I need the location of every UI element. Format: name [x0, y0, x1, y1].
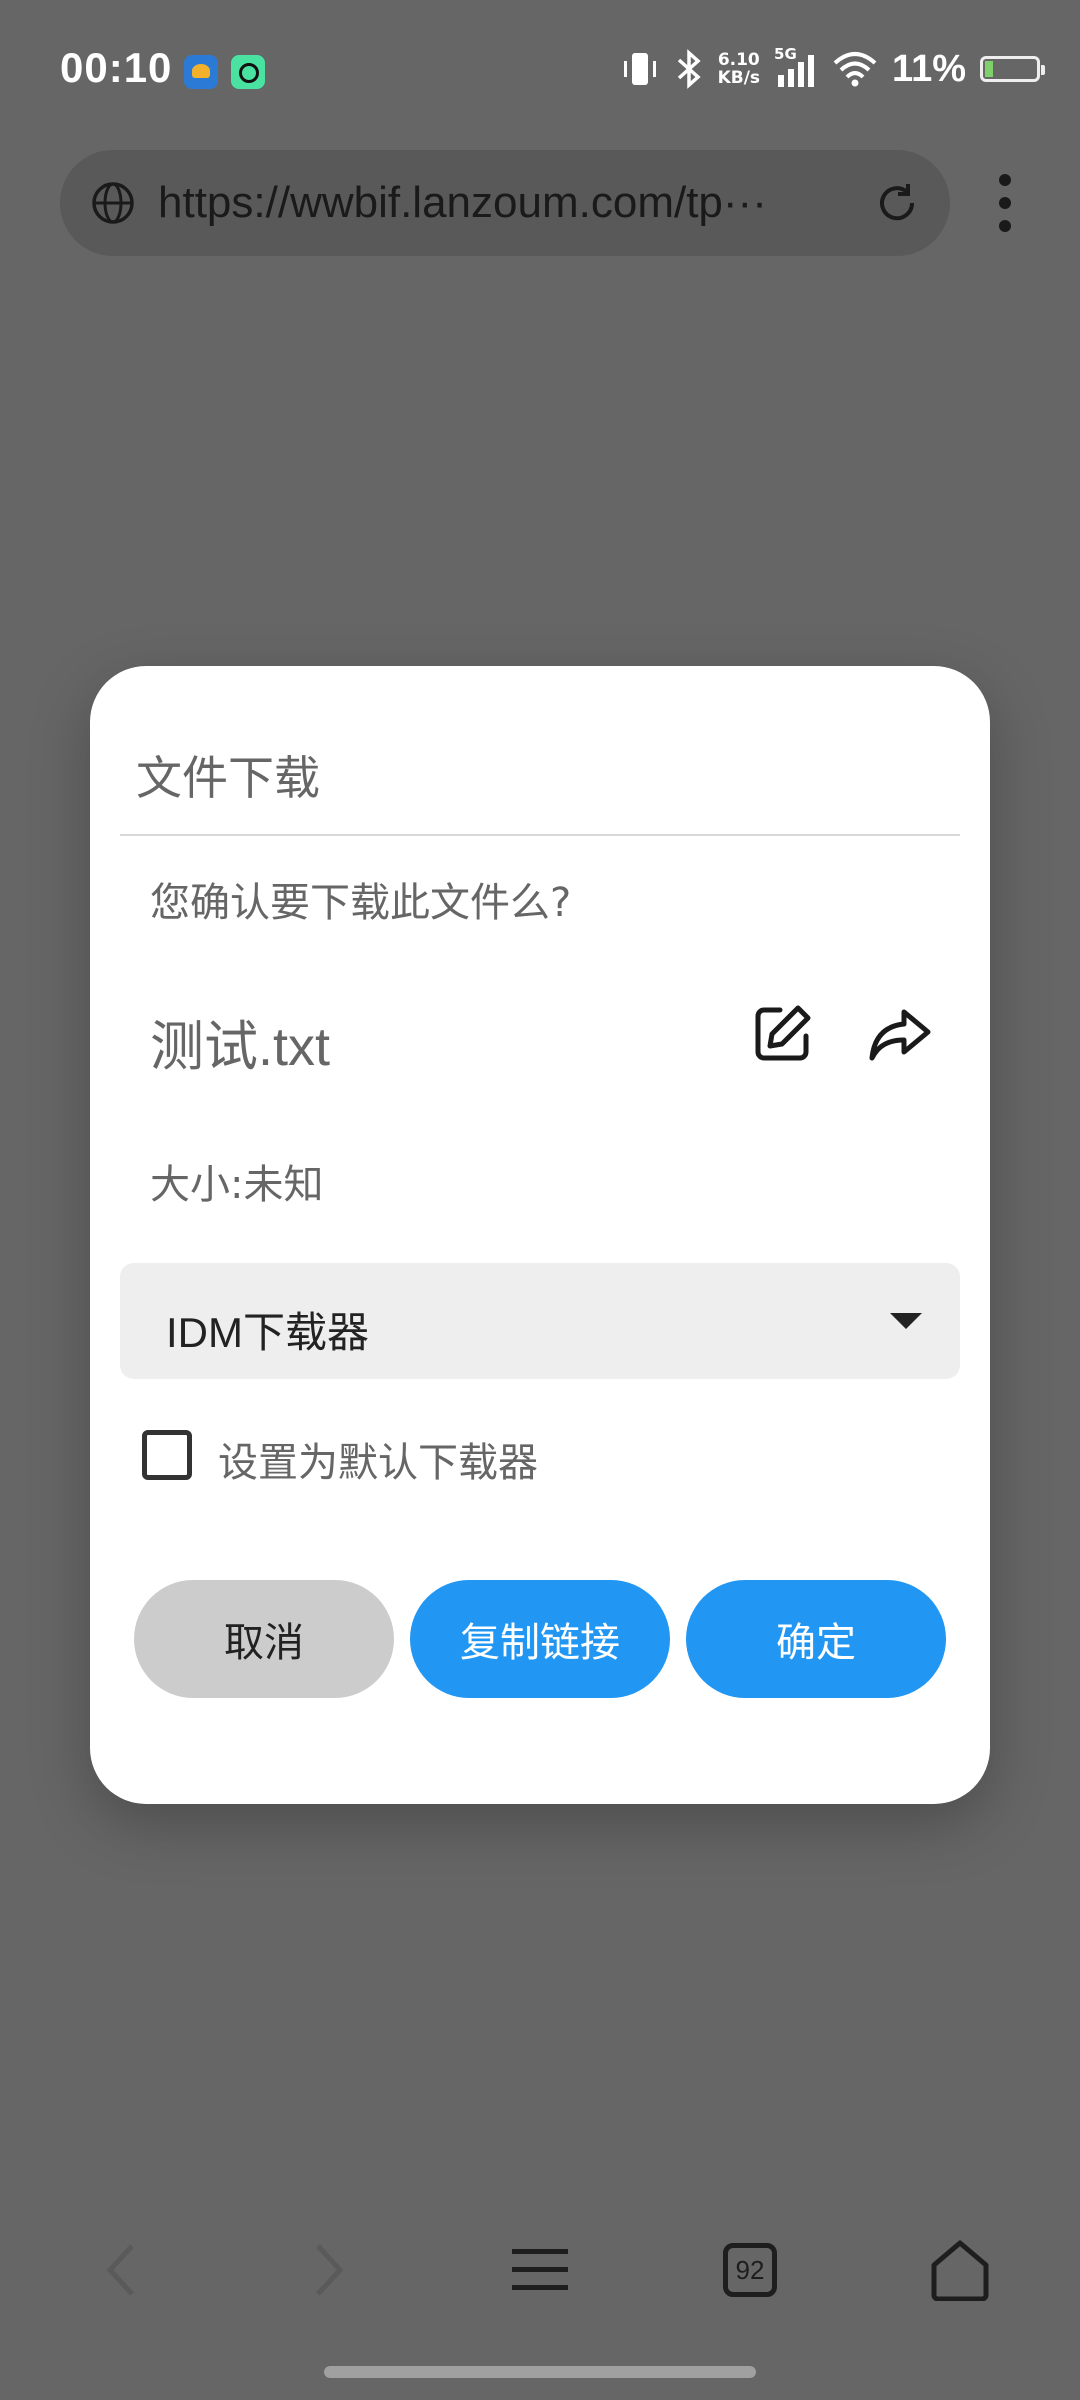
- wifi-icon: [833, 52, 877, 87]
- default-downloader-checkbox[interactable]: [142, 1430, 192, 1480]
- download-dialog: 文件下载 您确认要下载此文件么? 测试.txt 大小:未知 IDM下载器 设置为…: [90, 666, 990, 1804]
- back-arrow-icon: [106, 2244, 134, 2296]
- app-notification-icon: [184, 55, 218, 89]
- address-bar[interactable]: https://wwbif.lanzoum.com/tp···: [60, 150, 950, 256]
- downloader-select[interactable]: IDM下载器: [120, 1263, 960, 1379]
- default-downloader-label[interactable]: 设置为默认下载器: [218, 1430, 538, 1488]
- confirm-button[interactable]: 确定: [686, 1580, 946, 1698]
- copy-link-button[interactable]: 复制链接: [410, 1580, 670, 1698]
- status-icons: 6.10 KB/s 5G 11%: [620, 44, 1045, 94]
- tabs-button[interactable]: 92: [710, 2220, 790, 2320]
- back-button[interactable]: [80, 2220, 160, 2320]
- chevron-down-icon: [890, 1313, 922, 1329]
- file-name: 测试.txt: [150, 1017, 331, 1077]
- status-bar: 00:10 6.10 KB/s 5G 11%: [0, 0, 1080, 140]
- cancel-button[interactable]: 取消: [134, 1580, 394, 1698]
- dialog-title: 文件下载: [136, 751, 320, 805]
- battery-percent: 11%: [892, 47, 966, 90]
- confirm-text: 您确认要下载此文件么?: [150, 880, 572, 926]
- divider: [120, 834, 960, 836]
- share-icon[interactable]: [868, 1002, 932, 1066]
- reload-icon[interactable]: [874, 180, 920, 226]
- chat-app-icon: [231, 55, 265, 89]
- battery-icon: [980, 56, 1045, 82]
- downloader-select-value: IDM下载器: [166, 1309, 369, 1356]
- bluetooth-icon: [677, 49, 701, 89]
- hamburger-menu-icon: [512, 2249, 568, 2290]
- home-button[interactable]: [920, 2220, 1000, 2320]
- gesture-bar[interactable]: [324, 2366, 756, 2378]
- edit-icon[interactable]: [750, 1002, 814, 1066]
- more-menu-icon[interactable]: [990, 172, 1020, 234]
- status-time: 00:10: [60, 44, 173, 91]
- file-size: 大小:未知: [150, 1162, 324, 1208]
- vibrate-icon: [623, 53, 656, 85]
- home-icon: [931, 2240, 989, 2301]
- bottom-nav: 92: [0, 2220, 1080, 2320]
- url-text[interactable]: https://wwbif.lanzoum.com/tp···: [158, 178, 898, 228]
- forward-button[interactable]: [290, 2220, 370, 2320]
- signal-icon: 5G: [774, 45, 818, 89]
- menu-button[interactable]: [500, 2220, 580, 2320]
- net-speed: 6.10 KB/s: [717, 50, 761, 88]
- tabs-count-icon: 92: [723, 2243, 777, 2297]
- forward-arrow-icon: [316, 2244, 344, 2296]
- globe-icon: [92, 182, 134, 224]
